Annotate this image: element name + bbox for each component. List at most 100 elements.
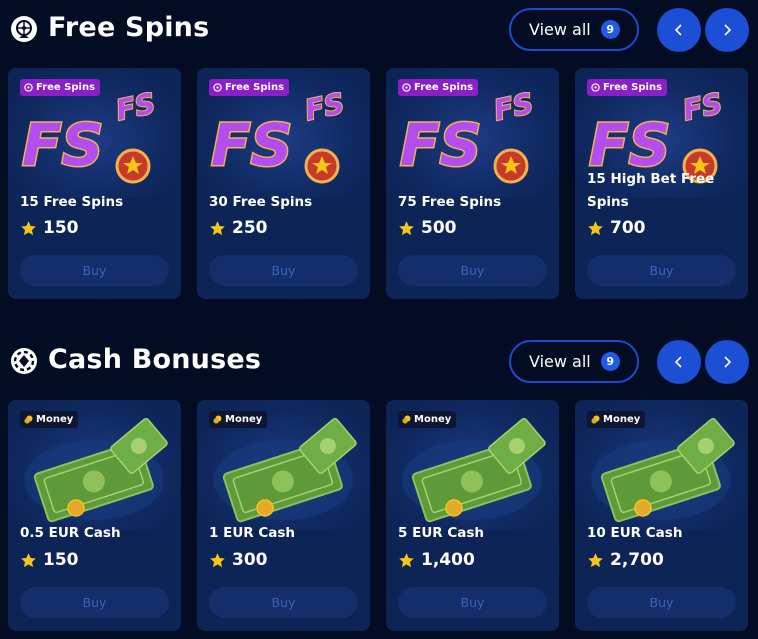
chevron-right-icon xyxy=(724,356,732,368)
badge-label: Free Spins xyxy=(603,82,663,93)
free-spins-section: Free Spins View all 9 FS FS Free Spins 1… xyxy=(0,0,758,299)
svg-text:FS: FS xyxy=(680,87,725,127)
coin-icon xyxy=(24,415,33,424)
view-all-count: 9 xyxy=(600,20,620,39)
price-value: 2,700 xyxy=(610,550,664,570)
buy-button[interactable]: Buy xyxy=(209,255,358,286)
svg-text:FS: FS xyxy=(113,87,158,127)
next-button[interactable] xyxy=(705,340,749,384)
chevron-left-icon xyxy=(674,356,682,368)
card-price: 1,400 xyxy=(398,550,475,570)
category-badge: Free Spins xyxy=(587,79,668,96)
card-price: 150 xyxy=(20,550,79,570)
star-icon xyxy=(210,220,225,235)
star-icon xyxy=(21,552,36,567)
wheel-icon xyxy=(213,83,222,92)
buy-button[interactable]: Buy xyxy=(398,255,547,286)
view-all-count: 9 xyxy=(600,352,620,371)
star-icon xyxy=(588,220,603,235)
card-title: 5 EUR Cash xyxy=(398,525,485,541)
badge-label: Money xyxy=(414,414,452,425)
wheel-icon xyxy=(24,83,33,92)
wheel-icon xyxy=(11,16,37,42)
card-title: 0.5 EUR Cash xyxy=(20,525,121,541)
card-price: 700 xyxy=(587,218,646,238)
coin-icon xyxy=(213,415,222,424)
section-header: Free Spins View all 9 xyxy=(0,0,758,60)
star-icon xyxy=(21,220,36,235)
card-price: 300 xyxy=(209,550,268,570)
card-price: 150 xyxy=(20,218,79,238)
chevron-right-icon xyxy=(724,24,732,36)
category-badge: Money xyxy=(398,411,457,428)
svg-text:FS: FS xyxy=(491,87,536,127)
view-all-button[interactable]: View all 9 xyxy=(509,8,639,51)
badge-label: Free Spins xyxy=(414,82,474,93)
star-icon xyxy=(399,220,414,235)
badge-label: Money xyxy=(36,414,74,425)
product-card[interactable]: Money 0.5 EUR Cash 150 Buy xyxy=(8,400,181,631)
chip-icon xyxy=(11,348,37,374)
view-all-label: View all xyxy=(529,20,591,39)
section-title: Free Spins xyxy=(48,12,210,43)
next-button[interactable] xyxy=(705,8,749,52)
price-value: 250 xyxy=(232,218,268,238)
wheel-icon xyxy=(591,83,600,92)
cash-bonuses-section: Cash Bonuses View all 9 Money 0.5 EUR Ca… xyxy=(0,332,758,631)
card-title: 75 Free Spins xyxy=(398,194,502,210)
card-price: 2,700 xyxy=(587,550,664,570)
card-title: 15 High Bet Free Spins xyxy=(587,171,715,210)
buy-button[interactable]: Buy xyxy=(587,587,736,618)
card-title: 1 EUR Cash xyxy=(209,525,296,541)
product-card[interactable]: FS FS Free Spins 15 High Bet Free Spins … xyxy=(575,68,748,299)
badge-label: Free Spins xyxy=(225,82,285,93)
buy-button[interactable]: Buy xyxy=(20,587,169,618)
product-card[interactable]: Money 1 EUR Cash 300 Buy xyxy=(197,400,370,631)
previous-button[interactable] xyxy=(657,340,701,384)
badge-label: Money xyxy=(603,414,641,425)
price-value: 1,400 xyxy=(421,550,475,570)
svg-text:FS: FS xyxy=(211,111,292,179)
category-badge: Money xyxy=(587,411,646,428)
previous-button[interactable] xyxy=(657,8,701,52)
chevron-left-icon xyxy=(674,24,682,36)
price-value: 700 xyxy=(610,218,646,238)
view-all-button[interactable]: View all 9 xyxy=(509,340,639,383)
svg-text:FS: FS xyxy=(400,111,481,179)
card-title: 30 Free Spins xyxy=(209,194,313,210)
section-header: Cash Bonuses View all 9 xyxy=(0,332,758,392)
buy-button[interactable]: Buy xyxy=(209,587,358,618)
category-badge: Free Spins xyxy=(20,79,101,96)
card-price: 250 xyxy=(209,218,268,238)
product-card[interactable]: Money 5 EUR Cash 1,400 Buy xyxy=(386,400,559,631)
view-all-label: View all xyxy=(529,352,591,371)
svg-text:FS: FS xyxy=(22,111,103,179)
star-icon xyxy=(588,552,603,567)
card-title: 10 EUR Cash xyxy=(587,525,683,541)
category-badge: Free Spins xyxy=(398,79,479,96)
card-price: 500 xyxy=(398,218,457,238)
buy-button[interactable]: Buy xyxy=(398,587,547,618)
price-value: 300 xyxy=(232,550,268,570)
card-list: FS FS Free Spins 15 Free Spins 150 Buy F… xyxy=(8,68,748,299)
buy-button[interactable]: Buy xyxy=(20,255,169,286)
category-badge: Money xyxy=(20,411,79,428)
card-title: 15 Free Spins xyxy=(20,194,124,210)
product-card[interactable]: FS FS Free Spins 15 Free Spins 150 Buy xyxy=(8,68,181,299)
category-badge: Money xyxy=(209,411,268,428)
product-card[interactable]: FS FS Free Spins 75 Free Spins 500 Buy xyxy=(386,68,559,299)
coin-icon xyxy=(591,415,600,424)
card-list: Money 0.5 EUR Cash 150 Buy Money 1 EUR C… xyxy=(8,400,748,631)
product-card[interactable]: Money 10 EUR Cash 2,700 Buy xyxy=(575,400,748,631)
price-value: 150 xyxy=(43,550,79,570)
product-card[interactable]: FS FS Free Spins 30 Free Spins 250 Buy xyxy=(197,68,370,299)
price-value: 150 xyxy=(43,218,79,238)
buy-button[interactable]: Buy xyxy=(587,255,736,286)
badge-label: Free Spins xyxy=(36,82,96,93)
svg-text:FS: FS xyxy=(302,87,347,127)
coin-icon xyxy=(402,415,411,424)
badge-label: Money xyxy=(225,414,263,425)
section-title: Cash Bonuses xyxy=(48,344,262,375)
wheel-icon xyxy=(402,83,411,92)
star-icon xyxy=(399,552,414,567)
